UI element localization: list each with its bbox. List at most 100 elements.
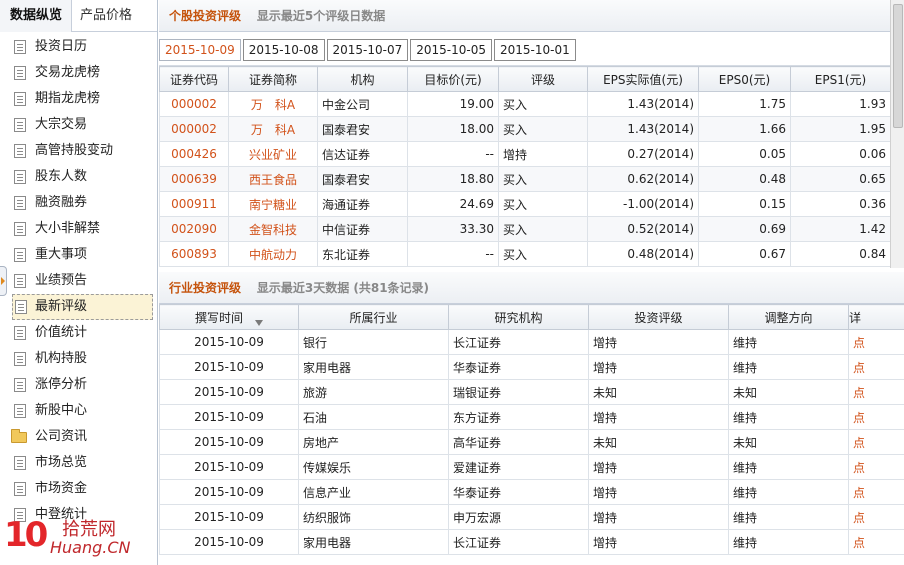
table-row[interactable]: 2015-10-09 纺织服饰 申万宏源 增持 维持点 (159, 504, 904, 530)
nav-item-10[interactable]: 最新评级 (12, 294, 153, 320)
table-row[interactable]: 2015-10-09 旅游 瑞银证券 未知 未知点 (159, 379, 904, 405)
detail-link[interactable]: 点 (848, 529, 904, 555)
stock-name-link[interactable]: 金智科技 (228, 216, 318, 242)
detail-link[interactable]: 点 (848, 379, 904, 405)
detail-link[interactable]: 点 (848, 479, 904, 505)
nav-item-3[interactable]: 大宗交易 (0, 112, 157, 138)
date-tab-4[interactable]: 2015-10-01 (494, 39, 576, 61)
table-row[interactable]: 000426 兴业矿业 信达证券 -- 增持 0.27(2014) 0.05 0.06 (159, 141, 891, 167)
nav-item-label: 大小非解禁 (35, 221, 101, 236)
table-row[interactable]: 2015-10-09 家用电器 华泰证券 增持 维持点 (159, 354, 904, 380)
stock-table-scroll-thumb[interactable] (893, 4, 903, 128)
sort-desc-icon[interactable] (255, 319, 263, 326)
table-cell: 2015-10-09 (159, 454, 299, 480)
industry-col-header[interactable]: 调整方向 (728, 304, 849, 330)
tab-data-overview[interactable]: 数据纵览 (0, 0, 73, 32)
table-cell: 维持 (728, 504, 849, 530)
stock-code-link[interactable]: 600893 (159, 241, 229, 267)
detail-link[interactable]: 点 (848, 454, 904, 480)
nav-item-14[interactable]: 新股中心 (0, 398, 157, 424)
industry-col-header[interactable]: 研究机构 (448, 304, 589, 330)
stock-name-link[interactable]: 南宁糖业 (228, 191, 318, 217)
nav-item-11[interactable]: 价值统计 (0, 320, 157, 346)
table-row[interactable]: 000639 西王食品 国泰君安 18.80 买入 0.62(2014) 0.48 0.65 (159, 166, 891, 192)
stock-col-header[interactable]: 机构 (317, 66, 408, 92)
industry-col-header[interactable]: 投资评级 (588, 304, 729, 330)
stock-code-link[interactable]: 000002 (159, 91, 229, 117)
nav-item-7[interactable]: 大小非解禁 (0, 216, 157, 242)
stock-col-header[interactable]: 证券代码 (159, 66, 229, 92)
stock-col-header[interactable]: 评级 (498, 66, 588, 92)
stock-col-header[interactable]: EPS1(元) (790, 66, 891, 92)
industry-col-label: 所属行业 (349, 310, 398, 325)
stock-name-link[interactable]: 西王食品 (228, 166, 318, 192)
stock-code-link[interactable]: 002090 (159, 216, 229, 242)
tab-product-price[interactable]: 产品价格 (72, 0, 140, 32)
table-cell: 1.95 (790, 116, 891, 142)
table-row[interactable]: 000002 万 科A 中金公司 19.00 买入 1.43(2014) 1.75 1.93 (159, 91, 891, 117)
stock-name-link[interactable]: 兴业矿业 (228, 141, 318, 167)
industry-col-header[interactable]: 所属行业 (298, 304, 449, 330)
stock-section-title: 个股投资评级 (169, 9, 242, 23)
industry-col-header[interactable]: 撰写时间 (159, 304, 299, 330)
stock-col-header[interactable]: EPS实际值(元) (587, 66, 699, 92)
nav-item-17[interactable]: 市场资金 (0, 476, 157, 502)
main-content: 个股投资评级 显示最近5个评级日数据 2015-10-09 2015-10-08 2… (159, 0, 904, 565)
nav-item-13[interactable]: 涨停分析 (0, 372, 157, 398)
stock-table-scrollbar[interactable] (890, 0, 904, 268)
stock-code-link[interactable]: 000002 (159, 116, 229, 142)
detail-link[interactable]: 点 (848, 404, 904, 430)
nav-item-label: 市场总览 (35, 455, 88, 470)
nav-item-label: 期指龙虎榜 (35, 91, 101, 106)
stock-col-header[interactable]: EPS0(元) (698, 66, 791, 92)
table-row[interactable]: 2015-10-09 石油 东方证券 增持 维持点 (159, 404, 904, 430)
detail-link[interactable]: 点 (848, 354, 904, 380)
stock-col-header[interactable]: 证券简称 (228, 66, 318, 92)
table-row[interactable]: 000911 南宁糖业 海通证券 24.69 买入 -1.00(2014) 0.15 0.36 (159, 191, 891, 217)
table-cell: 1.93 (790, 91, 891, 117)
table-row[interactable]: 2015-10-09 信息产业 华泰证券 增持 维持点 (159, 479, 904, 505)
document-icon (14, 404, 26, 418)
table-row[interactable]: 2015-10-09 房地产 高华证券 未知 未知点 (159, 429, 904, 455)
nav-item-1[interactable]: 交易龙虎榜 (0, 60, 157, 86)
detail-link[interactable]: 点 (848, 429, 904, 455)
detail-link[interactable]: 点 (848, 504, 904, 530)
date-tab-0[interactable]: 2015-10-09 (159, 39, 241, 61)
nav-item-5[interactable]: 股东人数 (0, 164, 157, 190)
nav-item-4[interactable]: 高管持股变动 (0, 138, 157, 164)
nav-item-label: 新股中心 (35, 403, 88, 418)
table-row[interactable]: 2015-10-09 银行 长江证券 增持 维持点 (159, 329, 904, 355)
nav-item-2[interactable]: 期指龙虎榜 (0, 86, 157, 112)
folder-icon (11, 429, 27, 443)
stock-name-link[interactable]: 中航动力 (228, 241, 318, 267)
table-row[interactable]: 2015-10-09 传媒娱乐 爱建证券 增持 维持点 (159, 454, 904, 480)
document-icon (14, 222, 26, 236)
date-tab-1[interactable]: 2015-10-08 (242, 39, 325, 61)
table-cell: 增持 (498, 141, 588, 167)
stock-code-link[interactable]: 000911 (159, 191, 229, 217)
table-cell: 增持 (588, 354, 729, 380)
nav-item-0[interactable]: 投资日历 (0, 34, 157, 60)
stock-code-link[interactable]: 000426 (159, 141, 229, 167)
nav-item-9[interactable]: 业绩预告 (0, 268, 157, 294)
stock-col-header[interactable]: 目标价(元) (407, 66, 499, 92)
nav-item-12[interactable]: 机构持股 (0, 346, 157, 372)
industry-col-label: 调整方向 (764, 310, 813, 325)
table-row[interactable]: 2015-10-09 家用电器 长江证券 增持 维持点 (159, 529, 904, 555)
collapse-handle[interactable] (0, 266, 7, 296)
table-row[interactable]: 000002 万 科A 国泰君安 18.00 买入 1.43(2014) 1.66 1.95 (159, 116, 891, 142)
nav-item-15[interactable]: 公司资讯 (0, 424, 157, 450)
table-cell: 0.65 (790, 166, 891, 192)
table-row[interactable]: 002090 金智科技 中信证券 33.30 买入 0.52(2014) 0.69 1.42 (159, 216, 891, 242)
date-tab-3[interactable]: 2015-10-05 (410, 39, 492, 61)
stock-name-link[interactable]: 万 科A (228, 91, 318, 117)
nav-item-16[interactable]: 市场总览 (0, 450, 157, 476)
detail-link[interactable]: 点 (848, 329, 904, 355)
stock-name-link[interactable]: 万 科A (228, 116, 318, 142)
nav-item-8[interactable]: 重大事项 (0, 242, 157, 268)
date-tab-2[interactable]: 2015-10-07 (326, 39, 409, 61)
nav-item-6[interactable]: 融资融券 (0, 190, 157, 216)
stock-code-link[interactable]: 000639 (159, 166, 229, 192)
industry-col-header[interactable]: 详 (848, 304, 904, 330)
table-row[interactable]: 600893 中航动力 东北证券 -- 买入 0.48(2014) 0.67 0.84 (159, 241, 891, 267)
